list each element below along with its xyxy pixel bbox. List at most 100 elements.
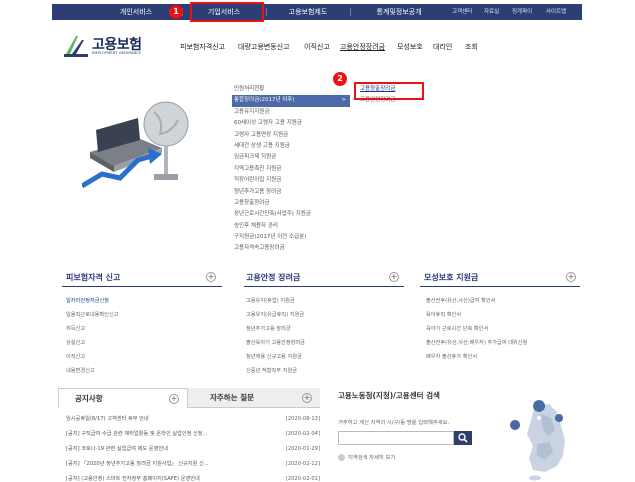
submenu-item[interactable]: 임금피크제 지원금	[232, 152, 350, 163]
list-item[interactable]: 청년추가고용 장려금	[246, 322, 305, 336]
submenu-item[interactable]: 민원처리현황	[232, 84, 350, 95]
menu-mass-employment[interactable]: 대량고용변동신고	[238, 42, 290, 52]
list-item[interactable]: 출산전후(유산,사산)급여 확인서	[426, 294, 527, 308]
list-item[interactable]: 출산전후(유산,사산,배우자) 추가급여 대위신청	[426, 336, 527, 350]
notice-tabs: 공지사항 + 자주하는 질문 +	[58, 388, 320, 408]
submenu-item[interactable]: 장년근로시간단축(사업주) 지원금	[232, 209, 350, 220]
topnav-personal[interactable]: 개인서비스	[92, 4, 180, 20]
list-item[interactable]: 일자리안정자금신청	[66, 294, 119, 308]
more-plus-icon[interactable]: +	[169, 394, 179, 404]
submenu-item[interactable]: 직장어린이집 지원금	[232, 175, 350, 186]
more-plus-icon[interactable]: +	[566, 272, 576, 282]
search-icon	[458, 433, 468, 443]
notice-date: [2020-01-29]	[285, 446, 320, 452]
menu-agent[interactable]: 대리인	[433, 42, 452, 52]
submenu-item[interactable]: 고용유지지원금	[232, 107, 350, 118]
menu-inquiry[interactable]: 조회	[465, 42, 478, 52]
insured-list: 일자리안정자금신청 일용직근로내용확인신고 취득신고 상실신고 이직신고 내용변…	[66, 294, 119, 378]
list-item[interactable]: 고용유지(휴업) 지원금	[246, 294, 305, 308]
util-sitemap[interactable]: 사이트맵	[546, 4, 566, 20]
list-item[interactable]: 출산육아기 고용안정장려금	[246, 336, 305, 350]
region-search-input[interactable]	[338, 431, 454, 445]
notice-title[interactable]: [공지] 코로나-19 관련 실업급여 제도 운영안내	[66, 446, 168, 452]
list-item[interactable]: 육아휴직 확인서	[426, 308, 527, 322]
menu-maternity[interactable]: 모성보호	[397, 42, 423, 52]
notice-title[interactable]: [공지] 구직급여 수급 관련 재취업활동 및 온라인 실업인정 신청...	[66, 431, 208, 437]
list-item[interactable]: 일용직근로내용확인신고	[66, 308, 119, 322]
list-item[interactable]: 상실신고	[66, 336, 119, 350]
notice-row[interactable]: [공지] 구직급여 수급 관련 재취업활동 및 온라인 실업인정 신청... [2…	[66, 427, 320, 442]
list-item[interactable]: 고용유지(유급휴직) 지원금	[246, 308, 305, 322]
util-resources[interactable]: 자료실	[484, 4, 499, 20]
list-item[interactable]: 청년채용 신규고용 지원금	[246, 350, 305, 364]
list-item[interactable]: 육아기 근로시간 단축 확인서	[426, 322, 527, 336]
submenu-item-integrated[interactable]: 통합장려금(2017년 이후) >	[232, 95, 350, 107]
korea-map-illustration	[510, 400, 565, 481]
maternity-list: 출산전후(유산,사산)급여 확인서 육아휴직 확인서 육아기 근로시간 단축 확…	[426, 294, 527, 364]
more-plus-icon[interactable]: +	[302, 393, 312, 403]
notice-date: [2020-08-13]	[285, 416, 320, 422]
topnav-divider	[350, 8, 351, 16]
search-description: 거주하고 계신 지역의 시/구/동 명을 입력해주세요.	[338, 420, 450, 426]
submenu-item[interactable]: 60세이상 고령자 고용 지원금	[232, 118, 350, 129]
tab-label: 자주하는 질문	[210, 393, 255, 402]
list-item[interactable]: 이직신고	[66, 350, 119, 364]
tab-label: 공지사항	[75, 394, 103, 403]
list-item[interactable]: 취득신고	[66, 322, 119, 336]
notice-row[interactable]: [공지] 「2020년 청년추가고용 장려금 지원사업」 신규지원 신... [2…	[66, 457, 320, 472]
notice-title[interactable]: [공지] 「2020년 청년추가고용 장려금 지원사업」 신규지원 신...	[66, 461, 209, 467]
topnav-divider	[266, 8, 267, 16]
section-divider	[420, 286, 580, 287]
menu-insured-qualification[interactable]: 피보험자격신고	[180, 42, 225, 52]
annotation-box-1	[190, 2, 264, 22]
more-plus-icon[interactable]: +	[389, 272, 399, 282]
notice-row[interactable]: [공지] (고용안정) 스마트 전자정부 홈페이지(SAFE) 운영안내 [202…	[66, 472, 320, 482]
section-title-stability[interactable]: 고용안정 장려금	[246, 272, 300, 283]
section-title-insured[interactable]: 피보험자격 신고	[66, 272, 120, 283]
stability-list: 고용유지(휴업) 지원금 고용유지(유급휴직) 지원금 청년추가고용 장려금 출…	[246, 294, 305, 378]
notice-title[interactable]: [공지] (고용안정) 스마트 전자정부 홈페이지(SAFE) 운영안내	[66, 476, 200, 482]
submenu-item[interactable]: 청년추가고용 장려금	[232, 187, 350, 198]
list-item[interactable]: 신중년 적합직무 지원금	[246, 364, 305, 378]
more-plus-icon[interactable]: +	[206, 272, 216, 282]
submenu-item[interactable]: 고용창출장려금	[232, 198, 350, 209]
util-customer-center[interactable]: 고객센터	[452, 4, 472, 20]
section-divider	[244, 286, 404, 287]
submenu-item[interactable]: 세대간 상생 고용 지원금	[232, 141, 350, 152]
search-button[interactable]	[454, 431, 472, 445]
tab-faq[interactable]: 자주하는 질문 +	[188, 388, 320, 408]
notice-date: [2020-02-04]	[285, 431, 320, 437]
bullet-icon	[338, 454, 345, 461]
logo-subtitle: EMPLOYMENT INSURANCE	[92, 51, 142, 55]
tab-notices[interactable]: 공지사항 +	[58, 388, 188, 408]
search-title: 고용노동청(지청)/고용센터 검색	[338, 391, 440, 400]
submenu-item[interactable]: 고령자 고용연장 지원금	[232, 130, 350, 141]
submenu-item-label: 통합장려금(2017년 이후)	[234, 97, 295, 104]
section-title-maternity[interactable]: 모성보호 지원금	[424, 272, 478, 283]
section-divider	[62, 286, 222, 287]
region-search-detail-link[interactable]: 지역검색 자세히 보기	[338, 453, 395, 461]
notice-title[interactable]: 임시공휴일(8/17) 고객센터 휴무 안내	[66, 416, 149, 422]
submenu-item[interactable]: 지역고용촉진 지원금	[232, 164, 350, 175]
submenu-item[interactable]: 구지원금(2017년 이전 소급분)	[232, 232, 350, 243]
annotation-box-2	[354, 82, 424, 100]
notice-list: 임시공휴일(8/17) 고객센터 휴무 안내 [2020-08-13] [공지] …	[66, 412, 320, 482]
list-item[interactable]: 배우자 출산휴가 확인서	[426, 350, 527, 364]
annotation-badge-1: 1	[169, 5, 183, 19]
logo-mark-icon	[64, 36, 88, 57]
list-item[interactable]: 내용변경신고	[66, 364, 119, 378]
notice-row[interactable]: [공지] 코로나-19 관련 실업급여 제도 운영안내 [2020-01-29]	[66, 442, 320, 457]
annotation-badge-2: 2	[333, 72, 347, 86]
topnav-statistics[interactable]: 통계및정보공개	[352, 4, 446, 20]
notice-row[interactable]: 임시공휴일(8/17) 고객센터 휴무 안내 [2020-08-13]	[66, 412, 320, 427]
util-link-3[interactable]: 징계파이	[512, 4, 532, 20]
menu-resignation[interactable]: 이직신고	[304, 42, 330, 52]
topnav-insurance-system[interactable]: 고용보험제도	[268, 4, 348, 20]
submenu-item[interactable]: 승인후 채용자 관리	[232, 221, 350, 232]
menu-employment-stability[interactable]: 고용안정장려금	[340, 42, 385, 52]
submenu-item[interactable]: 고용자격속고용장려금	[232, 243, 350, 254]
globe-laptop-illustration	[82, 101, 189, 189]
notice-date: [2020-02-01]	[285, 476, 320, 482]
logo[interactable]: 고용보험 EMPLOYMENT INSURANCE	[62, 32, 172, 62]
chevron-right-icon: >	[341, 97, 346, 104]
